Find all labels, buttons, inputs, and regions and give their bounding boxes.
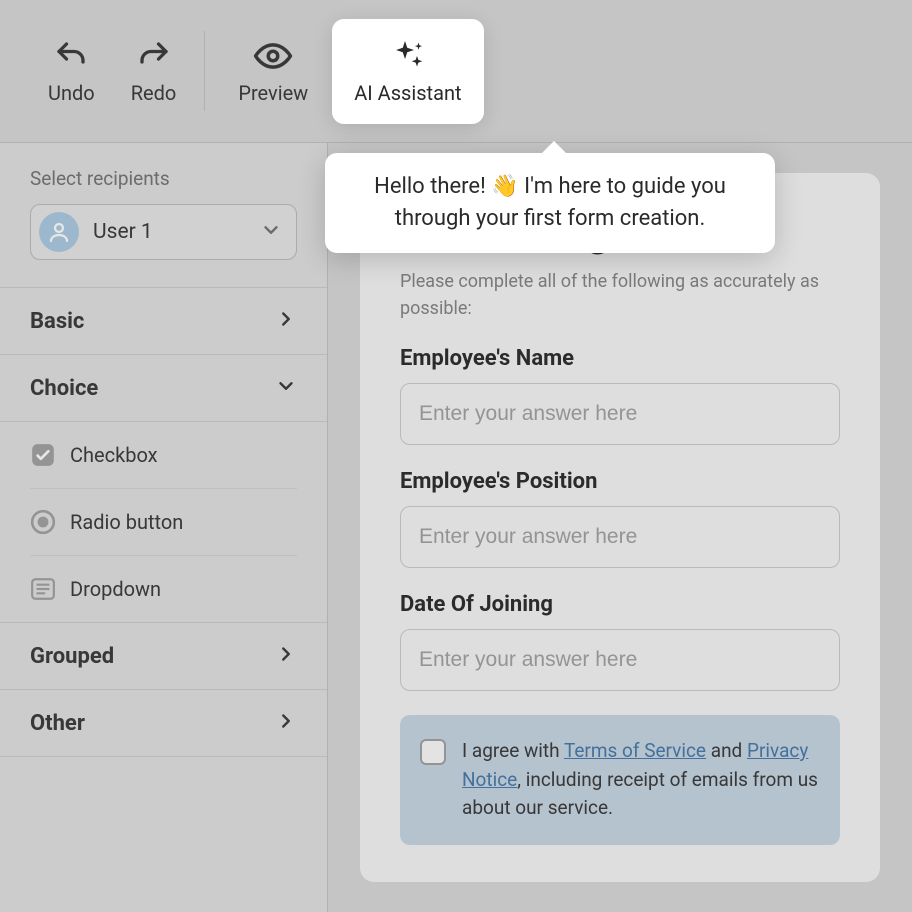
field-date-joining: Date Of Joining: [400, 592, 840, 691]
redo-icon: [132, 37, 176, 75]
recipient-dropdown[interactable]: User 1: [30, 204, 297, 260]
choice-items-list: Checkbox Radio button Dropdown: [0, 422, 327, 623]
consent-checkbox[interactable]: [420, 739, 446, 765]
dropdown-icon: [30, 576, 56, 602]
chevron-down-icon: [275, 375, 297, 401]
form-subtitle: Please complete all of the following as …: [400, 268, 840, 322]
tooltip-text: Hello there! 👋 I'm here to guide you thr…: [351, 171, 749, 235]
field-position-label: Employee's Position: [400, 469, 840, 494]
toolbar-divider: [204, 31, 205, 111]
chevron-down-icon: [260, 219, 282, 245]
accordion-choice[interactable]: Choice: [0, 354, 327, 422]
sparkles-icon: [386, 37, 430, 75]
preview-button[interactable]: Preview: [220, 0, 326, 142]
redo-button[interactable]: Redo: [113, 0, 195, 142]
choice-radio-item[interactable]: Radio button: [30, 489, 297, 556]
ai-assistant-label: AI Assistant: [354, 81, 461, 105]
terms-link[interactable]: Terms of Service: [564, 739, 706, 762]
choice-dropdown-item[interactable]: Dropdown: [30, 556, 297, 622]
accordion-grouped[interactable]: Grouped: [0, 622, 327, 690]
selected-user: User 1: [93, 220, 260, 244]
accordion-choice-title: Choice: [30, 376, 98, 401]
field-employee-position: Employee's Position: [400, 469, 840, 568]
choice-checkbox-item[interactable]: Checkbox: [30, 422, 297, 489]
choice-checkbox-label: Checkbox: [70, 443, 158, 467]
undo-button[interactable]: Undo: [30, 0, 113, 142]
recipients-section: Select recipients User 1: [0, 143, 327, 288]
undo-label: Undo: [48, 81, 95, 105]
undo-icon: [49, 37, 93, 75]
wave-emoji: 👋: [491, 174, 518, 199]
top-toolbar: Undo Redo Preview AI Assistant: [0, 0, 912, 143]
choice-dropdown-label: Dropdown: [70, 577, 161, 601]
ai-assistant-button[interactable]: AI Assistant: [332, 19, 483, 124]
accordion-grouped-title: Grouped: [30, 644, 114, 669]
consent-box: I agree with Terms of Service and Privac…: [400, 715, 840, 845]
accordion-basic-title: Basic: [30, 309, 84, 334]
field-name-label: Employee's Name: [400, 346, 840, 371]
accordion-other[interactable]: Other: [0, 689, 327, 757]
eye-icon: [251, 37, 295, 75]
redo-label: Redo: [131, 81, 177, 105]
ai-tooltip: Hello there! 👋 I'm here to guide you thr…: [325, 153, 775, 253]
form-card: Onboarding Please complete all of the fo…: [360, 173, 880, 882]
field-name-input[interactable]: [400, 383, 840, 445]
preview-label: Preview: [238, 81, 308, 105]
accordion-basic[interactable]: Basic: [0, 287, 327, 355]
radio-icon: [30, 509, 56, 535]
checkbox-icon: [30, 442, 56, 468]
user-avatar-icon: [39, 212, 79, 252]
field-position-input[interactable]: [400, 506, 840, 568]
chevron-right-icon: [275, 710, 297, 736]
recipients-label: Select recipients: [30, 167, 297, 190]
field-date-input[interactable]: [400, 629, 840, 691]
choice-radio-label: Radio button: [70, 510, 183, 534]
consent-text: I agree with Terms of Service and Privac…: [462, 737, 820, 823]
accordion-other-title: Other: [30, 711, 85, 736]
left-sidebar: Select recipients User 1 Basic Choice: [0, 143, 328, 912]
field-employee-name: Employee's Name: [400, 346, 840, 445]
form-canvas: Onboarding Please complete all of the fo…: [328, 143, 912, 912]
field-date-label: Date Of Joining: [400, 592, 840, 617]
chevron-right-icon: [275, 643, 297, 669]
chevron-right-icon: [275, 308, 297, 334]
